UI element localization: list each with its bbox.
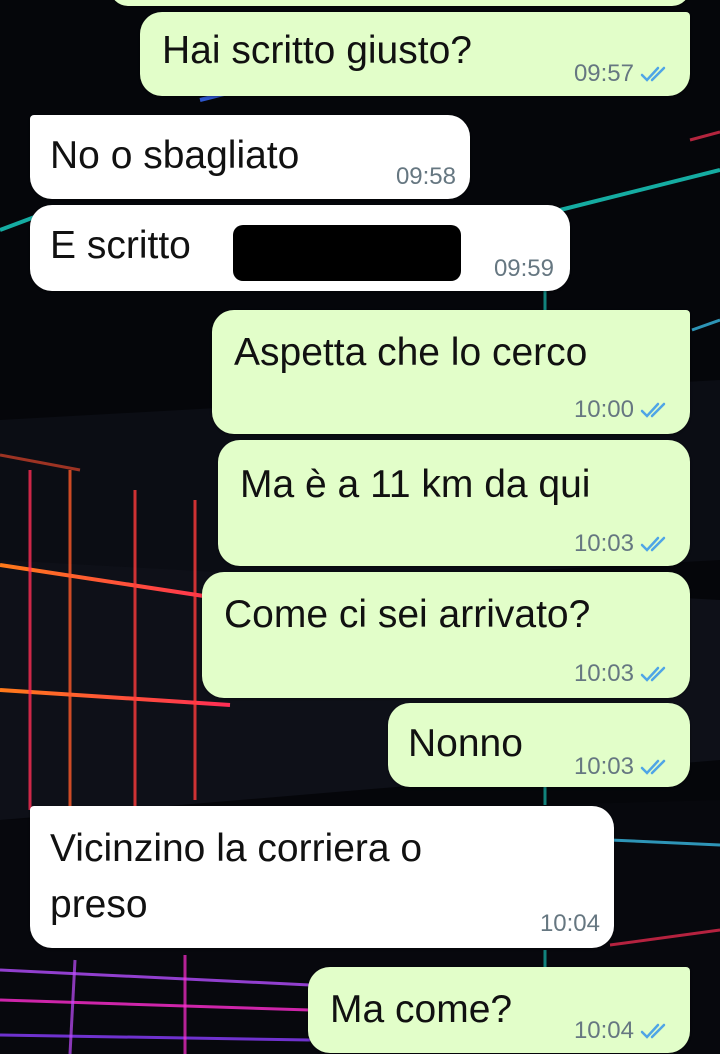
message-time: 10:04 — [539, 910, 600, 937]
message-meta: 10:03 — [574, 530, 670, 558]
message-time: 10:04 — [573, 1017, 634, 1044]
message-meta: 10:03 — [574, 753, 670, 781]
message-bubble-incoming[interactable]: E scritto 09:59 — [30, 205, 570, 291]
message-time: 10:03 — [573, 530, 634, 557]
double-check-icon — [640, 759, 666, 775]
message-time: 10:03 — [573, 753, 634, 780]
double-check-icon — [640, 536, 666, 552]
message-time: 09:57 — [573, 60, 634, 87]
double-check-icon — [640, 402, 666, 418]
message-meta: 09:57 — [574, 60, 670, 88]
message-meta: 10:04 — [540, 910, 600, 938]
message-time: 10:03 — [573, 660, 634, 687]
message-bubble-outgoing[interactable]: Ma è a 11 km da qui 10:03 — [218, 440, 690, 566]
message-text: Nonno — [408, 722, 523, 765]
message-meta: 09:59 — [494, 255, 554, 283]
message-meta: 10:00 — [574, 396, 670, 424]
message-text: Come ci sei arrivato? — [224, 593, 591, 636]
message-meta: 10:03 — [574, 660, 670, 688]
message-text: E scritto — [50, 224, 191, 267]
message-bubble-outgoing[interactable]: Aspetta che lo cerco 10:00 — [212, 310, 690, 434]
message-text: Hai scritto giusto? — [162, 29, 472, 72]
message-text-line-1: Vicinzino la corriera o — [50, 827, 423, 870]
redaction-block — [233, 225, 461, 281]
message-meta: 10:04 — [574, 1017, 670, 1045]
message-bubble-outgoing[interactable]: Hai scritto giusto? 09:57 — [140, 12, 690, 96]
message-meta: 09:58 — [396, 163, 456, 191]
message-text: Ma come? — [330, 988, 513, 1031]
message-time: 09:58 — [395, 163, 456, 190]
message-bubble-outgoing[interactable]: Come ci sei arrivato? 10:03 — [202, 572, 690, 698]
double-check-icon — [640, 1023, 666, 1039]
message-text: Aspetta che lo cerco — [234, 331, 588, 374]
message-text: Ma è a 11 km da qui — [240, 463, 591, 506]
double-check-icon — [640, 66, 666, 82]
message-bubble-outgoing[interactable]: Ma come? 10:04 — [308, 967, 690, 1053]
message-text: No o sbagliato — [50, 134, 300, 177]
message-text-line-2: preso — [50, 883, 148, 926]
message-bubble-incoming[interactable]: Vicinzino la corriera o preso 10:04 — [30, 806, 614, 948]
message-time: 09:59 — [493, 255, 554, 282]
message-time: 10:00 — [573, 396, 634, 423]
message-bubble-incoming[interactable]: No o sbagliato 09:58 — [30, 115, 470, 199]
message-bubble-outgoing[interactable]: Nonno 10:03 — [388, 703, 690, 787]
double-check-icon — [640, 666, 666, 682]
previous-message-bubble-edge — [110, 0, 690, 6]
